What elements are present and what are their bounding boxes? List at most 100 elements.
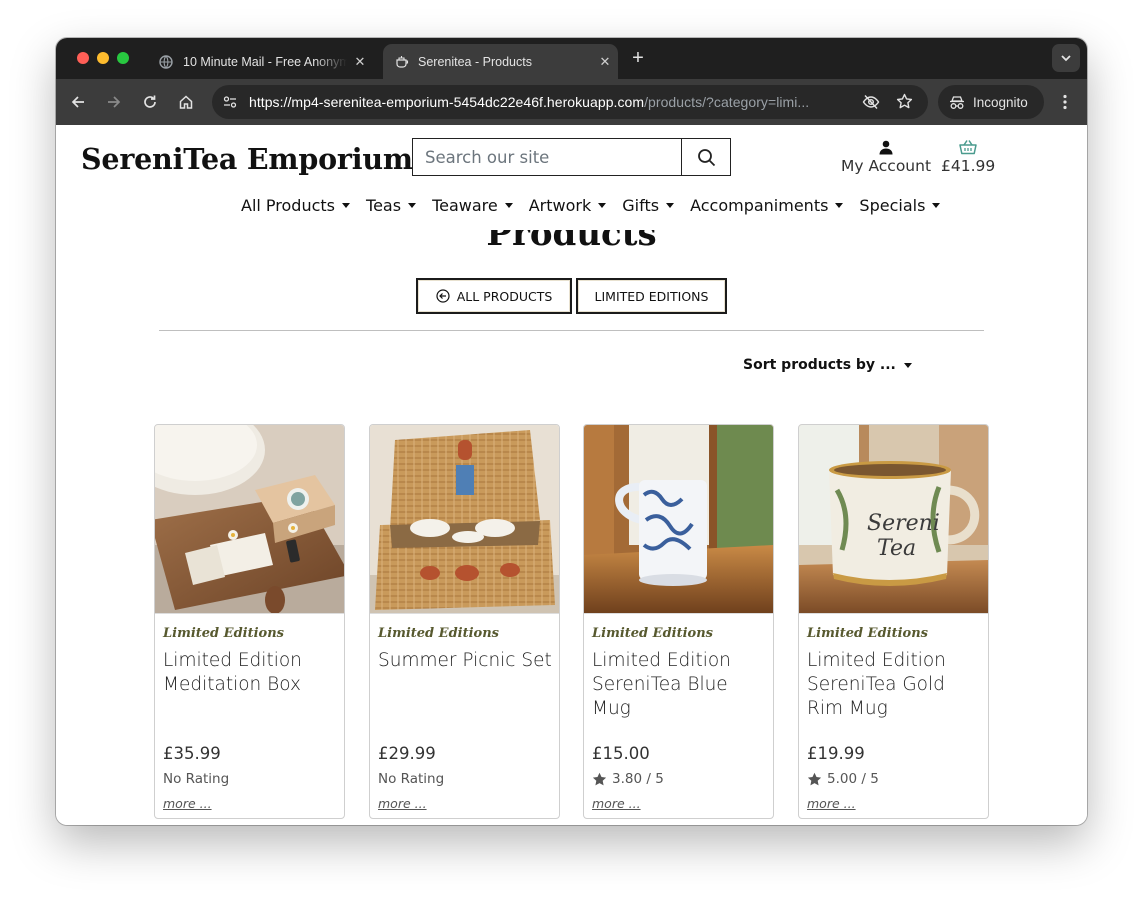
my-account-label: My Account bbox=[840, 157, 932, 175]
nav-gifts[interactable]: Gifts bbox=[622, 196, 675, 215]
caret-down-icon bbox=[903, 362, 912, 368]
product-name: Summer Picnic Set bbox=[378, 650, 552, 671]
rating-text: 3.80 / 5 bbox=[612, 771, 664, 787]
tab-serenitea-products[interactable]: Serenitea - Products ✕ bbox=[383, 44, 618, 79]
product-rating: 3.80 / 5 bbox=[592, 771, 664, 787]
rating-text: No Rating bbox=[378, 771, 445, 787]
svg-text:Tea: Tea bbox=[877, 536, 916, 561]
maximize-window-button[interactable] bbox=[117, 52, 129, 64]
nav-label: All Products bbox=[241, 196, 336, 215]
tab-title: 10 Minute Mail - Free Anonymous Email bbox=[183, 54, 347, 69]
nav-all-products[interactable]: All Products bbox=[241, 196, 351, 215]
sort-label: Sort products by ... bbox=[743, 357, 896, 373]
sort-dropdown[interactable]: Sort products by ... bbox=[743, 357, 912, 373]
limited-editions-label: Limited Editions bbox=[594, 288, 709, 304]
caret-down-icon bbox=[666, 203, 675, 208]
browser-window: 10 Minute Mail - Free Anonymous Email ✕ … bbox=[56, 38, 1087, 825]
rating-text: 5.00 / 5 bbox=[827, 771, 879, 787]
limited-editions-filter-button[interactable]: Limited Editions bbox=[576, 278, 727, 314]
product-card[interactable]: Limited Editions Limited Edition Meditat… bbox=[154, 424, 345, 819]
nav-label: Specials bbox=[859, 196, 926, 215]
close-window-button[interactable] bbox=[77, 52, 89, 64]
nav-label: Teas bbox=[366, 196, 402, 215]
close-tab-icon[interactable]: ✕ bbox=[347, 54, 373, 70]
product-card[interactable]: Sereni Tea Limited Editions Limited Edit… bbox=[798, 424, 989, 819]
star-icon bbox=[592, 772, 607, 787]
search-input[interactable] bbox=[413, 139, 681, 175]
search-form bbox=[412, 138, 731, 176]
product-name: Limited Edition SereniTea Gold Rim Mug bbox=[807, 650, 946, 719]
product-image-summer-picnic-set[interactable] bbox=[370, 425, 559, 614]
all-products-filter-button[interactable]: All Products bbox=[416, 278, 572, 314]
product-rating: No Rating bbox=[378, 771, 444, 787]
product-name: Limited Edition Meditation Box bbox=[163, 650, 302, 695]
product-rating: No Rating bbox=[163, 771, 229, 787]
circle-arrow-left-icon bbox=[436, 289, 450, 303]
product-price: £29.99 bbox=[378, 744, 436, 763]
product-rating: 5.00 / 5 bbox=[807, 771, 879, 787]
incognito-profile-button[interactable]: Incognito bbox=[938, 85, 1044, 119]
caret-down-icon bbox=[504, 203, 513, 208]
new-tab-icon[interactable]: + bbox=[628, 47, 648, 70]
caret-down-icon bbox=[598, 203, 607, 208]
product-category[interactable]: Limited Editions bbox=[378, 626, 499, 641]
nav-accompaniments[interactable]: Accompaniments bbox=[690, 196, 844, 215]
divider bbox=[159, 330, 984, 331]
nav-label: Artwork bbox=[528, 196, 592, 215]
close-tab-icon[interactable]: ✕ bbox=[592, 54, 618, 70]
reload-icon[interactable] bbox=[138, 90, 162, 114]
search-icon bbox=[697, 148, 715, 166]
product-category[interactable]: Limited Editions bbox=[163, 626, 284, 641]
product-card[interactable]: Limited Editions Summer Picnic Set £29.9… bbox=[369, 424, 560, 819]
nav-teas[interactable]: Teas bbox=[366, 196, 417, 215]
nav-label: Accompaniments bbox=[690, 196, 829, 215]
kebab-menu-icon[interactable] bbox=[1053, 90, 1077, 114]
nav-artwork[interactable]: Artwork bbox=[529, 196, 607, 215]
rating-text: No Rating bbox=[163, 771, 230, 787]
main-navigation: All Products Teas Teaware Artwork Gifts … bbox=[241, 196, 956, 215]
product-image-blue-mug[interactable] bbox=[584, 425, 773, 614]
caret-down-icon bbox=[932, 203, 941, 208]
product-price: £35.99 bbox=[163, 744, 221, 763]
user-icon bbox=[838, 137, 934, 157]
product-category[interactable]: Limited Editions bbox=[592, 626, 713, 641]
caret-down-icon bbox=[342, 203, 351, 208]
teapot-icon bbox=[393, 54, 409, 70]
more-link[interactable]: more ... bbox=[378, 796, 427, 811]
nav-label: Gifts bbox=[622, 196, 660, 215]
home-icon[interactable] bbox=[174, 90, 198, 114]
bookmark-star-icon[interactable] bbox=[896, 93, 913, 115]
product-card[interactable]: Limited Editions Limited Edition SereniT… bbox=[583, 424, 774, 819]
nav-teaware[interactable]: Teaware bbox=[432, 196, 513, 215]
tab-10-minute-mail[interactable]: 10 Minute Mail - Free Anonymous Email ✕ bbox=[148, 44, 373, 79]
address-bar[interactable]: https://mp4-serenitea-emporium-5454dc22e… bbox=[212, 85, 928, 119]
forward-arrow-icon[interactable] bbox=[102, 90, 126, 114]
more-link[interactable]: more ... bbox=[807, 796, 856, 811]
caret-down-icon bbox=[408, 203, 417, 208]
svg-text:Sereni: Sereni bbox=[867, 511, 940, 536]
nav-specials[interactable]: Specials bbox=[859, 196, 941, 215]
web-page: Products SereniTea Emporium My Account £… bbox=[56, 125, 1087, 825]
search-button[interactable] bbox=[681, 139, 730, 175]
minimize-window-button[interactable] bbox=[97, 52, 109, 64]
more-link[interactable]: more ... bbox=[592, 796, 641, 811]
all-products-label: All Products bbox=[456, 288, 553, 304]
product-price: £19.99 bbox=[807, 744, 865, 763]
my-account-link[interactable]: My Account bbox=[838, 137, 934, 175]
back-arrow-icon[interactable] bbox=[66, 90, 90, 114]
product-image-meditation-box[interactable] bbox=[155, 425, 344, 614]
basket-icon bbox=[941, 137, 995, 157]
url-text: https://mp4-serenitea-emporium-5454dc22e… bbox=[249, 94, 810, 110]
product-name: Limited Edition SereniTea Blue Mug bbox=[592, 650, 731, 719]
tab-search-chevron-icon[interactable] bbox=[1052, 44, 1080, 72]
product-category[interactable]: Limited Editions bbox=[807, 626, 928, 641]
more-link[interactable]: more ... bbox=[163, 796, 212, 811]
incognito-label: Incognito bbox=[973, 94, 1028, 110]
site-settings-icon[interactable] bbox=[222, 94, 238, 115]
basket-link[interactable]: £41.99 bbox=[941, 137, 995, 175]
product-image-gold-rim-mug[interactable]: Sereni Tea bbox=[799, 425, 988, 614]
globe-icon bbox=[158, 54, 174, 70]
eye-off-icon[interactable] bbox=[862, 94, 880, 115]
browser-toolbar: https://mp4-serenitea-emporium-5454dc22e… bbox=[56, 79, 1087, 125]
site-logo[interactable]: SereniTea Emporium bbox=[81, 142, 413, 176]
